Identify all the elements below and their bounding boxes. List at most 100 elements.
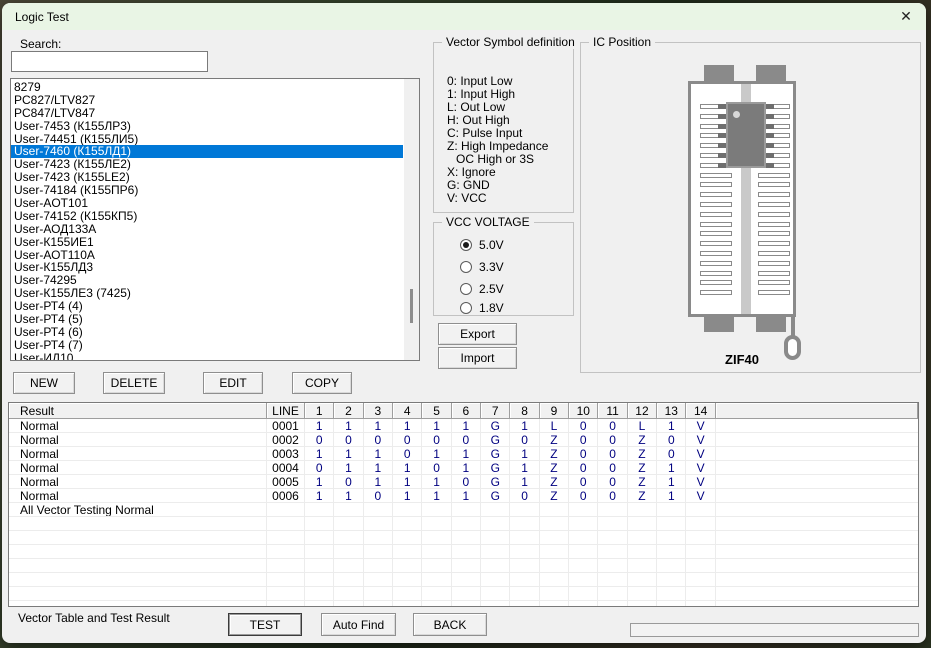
vector-cell: 0 [569,489,598,503]
export-button[interactable]: Export [438,323,517,345]
pin-slot [758,202,790,207]
table-cell [334,559,363,573]
table-cell [628,559,657,573]
table-cell [334,503,363,517]
vector-cell: 1 [334,461,363,475]
new-button[interactable]: NEW [13,372,75,394]
list-item[interactable]: User-7423 (К155ЛЕ2) [11,158,403,171]
table-cell [393,503,422,517]
column-header: 13 [657,403,686,419]
pin-slot [758,192,790,197]
vector-cell: V [686,461,715,475]
vector-table[interactable]: ResultLINE1234567891011121314Normal00011… [8,402,919,607]
list-item[interactable]: PC827/LTV827 [11,94,403,107]
list-item[interactable]: User-РТ4 (6) [11,326,403,339]
vcc-option[interactable]: 3.3V [460,259,504,275]
list-item[interactable]: User-АОД133А [11,223,403,236]
vector-cell: 0 [598,419,627,433]
list-item[interactable]: User-7423 (К155LE2) [11,171,403,184]
pin-slot [700,173,732,178]
table-cell [569,559,598,573]
vector-cell: 1 [452,461,481,475]
list-item[interactable]: User-К155ИЕ1 [11,236,403,249]
list-item[interactable]: User-К155ЛД3 [11,261,403,274]
table-cell [267,517,305,531]
vector-cell: 1 [364,461,393,475]
vector-cell: 1 [334,489,363,503]
table-row[interactable]: Normal0004011101G1Z00Z1V [9,461,918,475]
copy-button[interactable]: COPY [292,372,352,394]
table-cell [452,531,481,545]
list-item[interactable]: PC847/LTV847 [11,107,403,120]
table-cell [452,601,481,607]
vector-cell: Z [628,489,657,503]
delete-button[interactable]: DELETE [103,372,165,394]
list-item[interactable]: User-РТ4 (4) [11,300,403,313]
list-item[interactable]: User-7460 (К155ЛД1) [11,145,403,158]
radio-icon[interactable] [460,302,472,314]
table-row[interactable]: Normal0005101110G1Z00Z1V [9,475,918,489]
line-cell: 0003 [267,447,305,461]
column-header: 14 [686,403,715,419]
result-cell: Normal [9,475,267,489]
vector-cell: 0 [334,433,363,447]
list-item[interactable]: User-74451 (К155ЛИ5) [11,133,403,146]
table-cell [569,573,598,587]
list-item[interactable]: User-АОТ110А [11,249,403,262]
radio-icon[interactable] [460,283,472,295]
radio-icon[interactable] [460,261,472,273]
table-cell [510,503,539,517]
list-item[interactable]: User-РТ4 (7) [11,339,403,352]
table-cell [393,531,422,545]
vector-cell: V [686,447,715,461]
list-item[interactable]: User-ИД10 [11,352,403,361]
back-button[interactable]: BACK [413,613,487,636]
close-icon[interactable]: ✕ [886,3,926,30]
search-input[interactable] [11,51,208,72]
list-item[interactable]: User-7453 (К155ЛР3) [11,120,403,133]
table-row[interactable]: Normal0003111011G1Z00Z0V [9,447,918,461]
vcc-option[interactable]: 2.5V [460,281,504,297]
empty-row [9,587,918,601]
titlebar[interactable]: Logic Test ✕ [2,3,926,30]
table-cell [598,503,627,517]
radio-label: 3.3V [479,260,504,274]
vector-cell: 1 [452,447,481,461]
table-cell [686,573,715,587]
table-cell [716,545,918,559]
import-button[interactable]: Import [438,347,517,369]
vector-cell: 1 [393,475,422,489]
pin-slot [700,241,732,246]
vector-cell: Z [628,475,657,489]
list-item[interactable]: User-К155ЛЕ3 (7425) [11,287,403,300]
device-listbox[interactable]: 8279PC827/LTV827PC847/LTV847User-7453 (К… [10,78,420,361]
test-button[interactable]: TEST [228,613,302,636]
vector-cell: 1 [305,447,334,461]
auto-find-button[interactable]: Auto Find [321,613,396,636]
table-cell [422,503,451,517]
list-item[interactable]: User-74184 (К155ПР6) [11,184,403,197]
empty-row [9,601,918,607]
table-cell [510,601,539,607]
table-cell [422,531,451,545]
list-item[interactable]: User-AOT101 [11,197,403,210]
list-item[interactable]: User-74295 [11,274,403,287]
table-row[interactable]: Normal0001111111G1L00L1V [9,419,918,433]
edit-button[interactable]: EDIT [203,372,263,394]
scrollbar-thumb[interactable] [410,289,413,323]
list-item[interactable]: 8279 [11,81,403,94]
table-row[interactable]: Normal0006110111G0Z00Z1V [9,489,918,503]
listbox-scrollbar[interactable] [404,79,419,360]
vcc-option[interactable]: 1.8V [460,300,504,316]
list-item[interactable]: User-74152 (К155КП5) [11,210,403,223]
zif-socket-graphic: ZIF40 [688,65,796,367]
table-cell [481,559,510,573]
table-cell [267,601,305,607]
pin-slot [700,280,732,285]
table-row[interactable]: Normal0002000000G0Z00Z0V [9,433,918,447]
radio-icon[interactable] [460,239,472,251]
list-item[interactable]: User-РТ4 (5) [11,313,403,326]
vcc-option[interactable]: 5.0V [460,237,504,253]
pin-slot [758,261,790,266]
table-cell [540,601,569,607]
